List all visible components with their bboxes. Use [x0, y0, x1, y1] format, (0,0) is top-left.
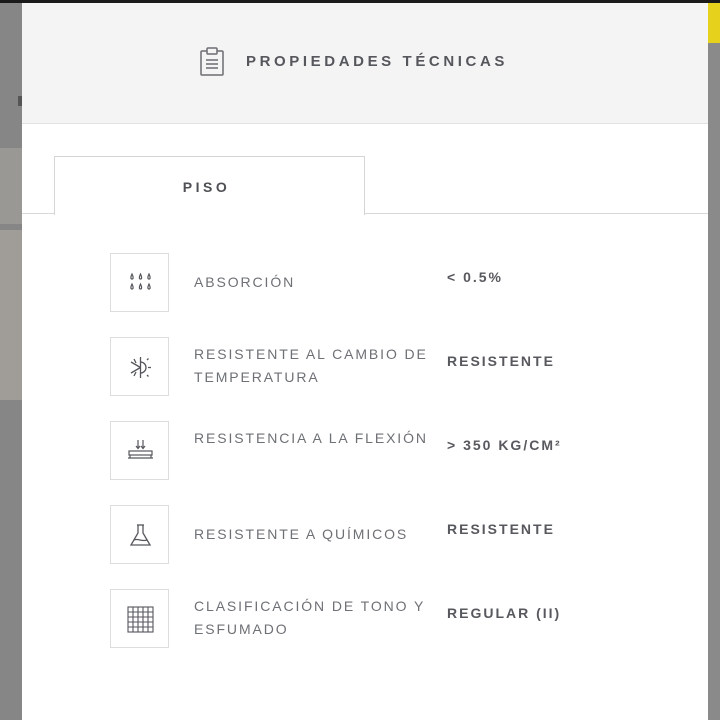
flexion-load-icon: [128, 440, 153, 459]
background-yellow-button: [708, 3, 720, 43]
property-value: < 0.5%: [447, 269, 503, 285]
property-label: ABSORCIÓN: [194, 274, 296, 290]
property-label: RESISTENTE AL CAMBIO DE TEMPERATURA: [194, 346, 428, 385]
property-label: RESISTENTE A QUÍMICOS: [194, 526, 409, 542]
clipboard-icon: [200, 47, 224, 76]
property-value: > 350 KG/CM²: [447, 437, 562, 453]
property-icon-box: [110, 589, 169, 648]
property-label: RESISTENCIA A LA FLEXIÓN: [194, 430, 428, 446]
tab-piso[interactable]: PISO: [54, 156, 365, 215]
snowflake-sun-icon: [130, 357, 151, 378]
technical-properties-modal: PROPIEDADES TÉCNICAS PISO ABSORCIÓN < 0.…: [22, 3, 708, 720]
flask-icon: [129, 524, 152, 546]
modal-title: PROPIEDADES TÉCNICAS: [246, 53, 509, 70]
property-icon-box: [110, 505, 169, 564]
property-icon-box: [110, 337, 169, 396]
property-icon-box: [110, 421, 169, 480]
property-value: RESISTENTE: [447, 353, 555, 369]
tab-label: PISO: [182, 179, 231, 195]
property-value: RESISTENTE: [447, 521, 555, 537]
water-drops-icon: [130, 272, 151, 290]
background-image: [0, 230, 22, 400]
property-value: REGULAR (II): [447, 605, 562, 621]
grid-icon: [127, 606, 154, 633]
background-image: [0, 148, 22, 224]
background-page-right: [708, 3, 720, 720]
modal-header: PROPIEDADES TÉCNICAS: [22, 3, 708, 124]
property-icon-box: [110, 253, 169, 312]
property-label: CLASIFICACIÓN DE TONO Y ESFUMADO: [194, 598, 425, 637]
property-row-flexion: RESISTENCIA A LA FLEXIÓN > 350 KG/CM²: [110, 421, 670, 481]
property-row-absorcion: ABSORCIÓN < 0.5%: [110, 253, 670, 313]
property-row-tono: CLASIFICACIÓN DE TONO Y ESFUMADO REGULAR…: [110, 589, 670, 649]
property-row-quimicos: RESISTENTE A QUÍMICOS RESISTENTE: [110, 505, 670, 565]
property-row-temperatura: RESISTENTE AL CAMBIO DE TEMPERATURA RESI…: [110, 337, 670, 397]
